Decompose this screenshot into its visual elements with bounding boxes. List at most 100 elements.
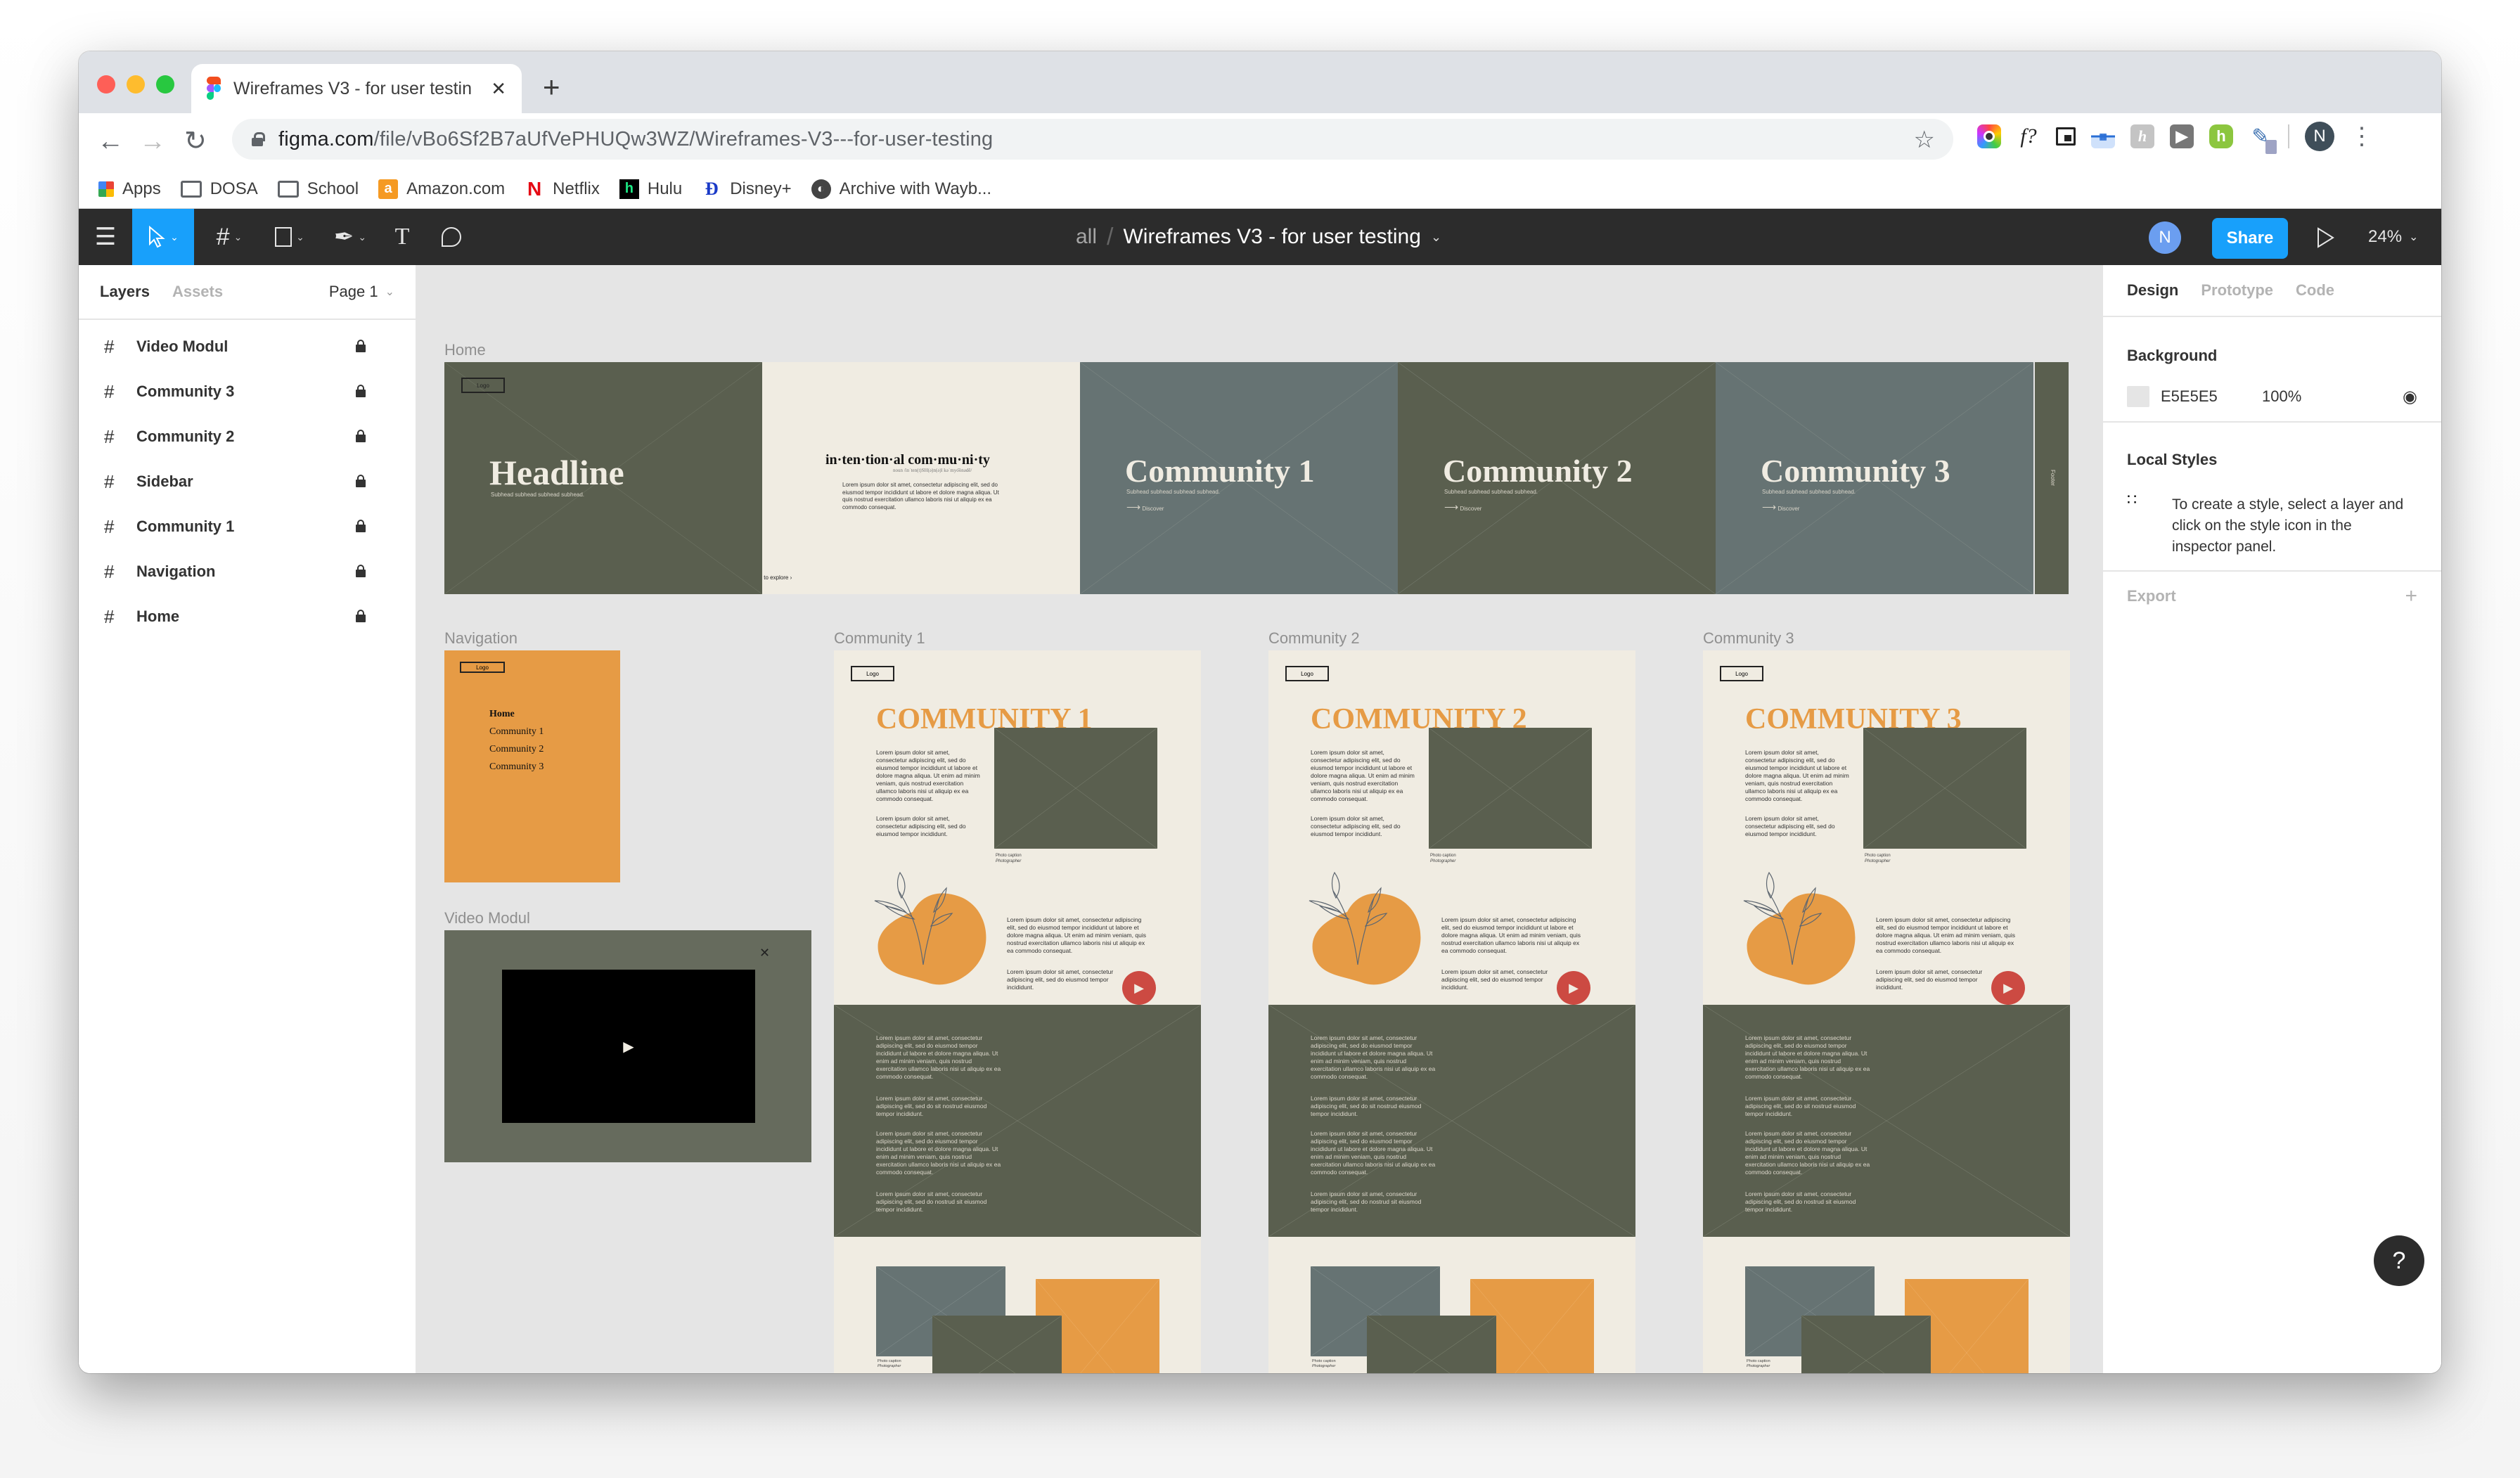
color-swatch[interactable] — [2127, 386, 2149, 407]
address-bar[interactable]: figma.com/file/vBo6Sf2B7aUfVePHUQw3WZ/Wi… — [232, 119, 1953, 160]
lock-icon[interactable] — [356, 610, 366, 622]
video-modul-frame[interactable]: ▶ ✕ — [444, 930, 811, 1162]
scroll-to-explore[interactable]: Scroll to explore › — [762, 574, 792, 581]
shape-tool-button[interactable]: ⌄ — [263, 209, 316, 265]
bookmark-school[interactable]: School — [277, 179, 359, 199]
bookmark-disney[interactable]: Ð Disney+ — [702, 179, 792, 199]
pen-tool-button[interactable]: ✒ ⌄ — [323, 209, 377, 265]
help-button[interactable]: ? — [2374, 1235, 2424, 1286]
minimize-window-button[interactable] — [127, 75, 145, 94]
move-tool-button[interactable]: ⌄ — [132, 209, 194, 265]
nav-item-community-2[interactable]: Community 2 — [489, 740, 544, 758]
layer-item[interactable]: # Navigation — [79, 549, 416, 594]
play-video-button[interactable]: ▶ — [1557, 971, 1590, 1005]
present-play-icon[interactable] — [2316, 227, 2334, 248]
maximize-window-button[interactable] — [156, 75, 174, 94]
picture-in-picture-icon[interactable] — [2056, 127, 2076, 146]
share-button[interactable]: Share — [2212, 218, 2288, 259]
nav-item-home[interactable]: Home — [489, 705, 544, 723]
browser-tab-active[interactable]: Wireframes V3 - for user testin ✕ — [191, 64, 522, 113]
background-hex-input[interactable]: E5E5E5 — [2161, 387, 2262, 406]
close-icon[interactable]: ✕ — [759, 946, 770, 960]
layer-item[interactable]: # Home — [79, 594, 416, 639]
tab-layers[interactable]: Layers — [100, 283, 150, 301]
background-opacity-input[interactable]: 100% — [2262, 387, 2301, 406]
frame-label-home[interactable]: Home — [444, 341, 486, 359]
layer-item[interactable]: # Community 1 — [79, 504, 416, 549]
frame-label-community[interactable]: Community 3 — [1703, 629, 1794, 648]
play-icon[interactable]: ▶ — [623, 1038, 634, 1055]
team-link[interactable]: all — [1076, 225, 1097, 249]
frame-label-community[interactable]: Community 1 — [834, 629, 925, 648]
layer-item[interactable]: # Video Modul — [79, 324, 416, 369]
frame-tool-button[interactable]: # ⌄ — [202, 209, 256, 265]
bookmark-star-icon[interactable]: ☆ — [1914, 126, 1935, 154]
lock-icon[interactable] — [356, 430, 366, 442]
frame-label-community[interactable]: Community 2 — [1268, 629, 1360, 648]
forward-arrow-icon[interactable]: → — [139, 126, 166, 157]
close-window-button[interactable] — [97, 75, 115, 94]
community-page-frame[interactable]: Logo COMMUNITY 3 Lorem ipsum dolor sit ame… — [1703, 650, 2070, 1373]
discover-link[interactable]: ⟶ Discover — [1444, 501, 1481, 513]
back-arrow-icon[interactable]: ← — [97, 126, 124, 157]
tab-code[interactable]: Code — [2296, 281, 2334, 300]
navigation-frame[interactable]: Logo Home Community 1 Community 2 Commun… — [444, 650, 620, 882]
file-name-button[interactable]: Wireframes V3 - for user testing — [1123, 225, 1420, 249]
text-tool-button[interactable]: T — [381, 209, 423, 265]
nav-item-community-3[interactable]: Community 3 — [489, 758, 544, 776]
comment-tool-button[interactable] — [430, 209, 472, 265]
lock-icon[interactable] — [356, 520, 366, 532]
add-export-plus-icon[interactable]: + — [2405, 584, 2417, 608]
layer-item[interactable]: # Sidebar — [79, 459, 416, 504]
lock-icon[interactable] — [356, 340, 366, 352]
profile-avatar[interactable]: N — [2305, 122, 2334, 151]
new-tab-button[interactable]: + — [543, 72, 560, 102]
zoom-dropdown[interactable]: 24% ⌄ — [2368, 209, 2418, 265]
lock-icon[interactable] — [356, 385, 366, 397]
design-canvas[interactable]: Home Logo Headline Subhead subhead subhe… — [416, 265, 2102, 1373]
translate-extension-icon[interactable]: ▦ — [2091, 124, 2115, 148]
eyedropper-extension-icon[interactable]: ✎ — [2249, 124, 2277, 154]
play-video-button[interactable]: ▶ — [1991, 971, 2025, 1005]
hulu-extension-icon[interactable]: h — [2209, 124, 2233, 148]
video-extension-icon[interactable]: ▶ — [2170, 124, 2194, 148]
home-frame[interactable]: Logo Headline Subhead subhead subhead su… — [444, 362, 2069, 594]
play-video-button[interactable]: ▶ — [1122, 971, 1156, 1005]
frame-label-video-modul[interactable]: Video Modul — [444, 909, 530, 927]
tab-prototype[interactable]: Prototype — [2201, 281, 2273, 300]
bookmark-hulu[interactable]: h Hulu — [619, 179, 682, 199]
reload-icon[interactable]: ↻ — [184, 126, 207, 157]
tab-design[interactable]: Design — [2127, 281, 2178, 300]
nav-item-community-1[interactable]: Community 1 — [489, 723, 544, 740]
bookmark-netflix[interactable]: N Netflix — [525, 178, 600, 200]
discover-link[interactable]: ⟶ Discover — [1126, 501, 1164, 513]
main-menu-button[interactable]: ☰ — [79, 209, 132, 265]
community-page-frame[interactable]: Logo COMMUNITY 2 Lorem ipsum dolor sit ame… — [1268, 650, 1635, 1373]
video-player[interactable]: ▶ — [502, 970, 755, 1123]
lock-icon[interactable] — [356, 475, 366, 487]
frame-label-navigation[interactable]: Navigation — [444, 629, 518, 648]
bookmark-amazon[interactable]: a Amazon.com — [378, 179, 505, 199]
bookmark-apps[interactable]: Apps — [98, 179, 161, 199]
page-selector[interactable]: Page 1 ⌄ — [329, 283, 394, 301]
layer-item[interactable]: # Community 2 — [79, 414, 416, 459]
layer-item[interactable]: # Community 3 — [79, 369, 416, 414]
discover-link[interactable]: ⟶ Discover — [1762, 501, 1799, 513]
rectangle-icon — [275, 227, 292, 247]
honey-extension-icon[interactable]: h — [2130, 124, 2154, 148]
lock-icon[interactable] — [356, 565, 366, 577]
community-page-frame[interactable]: Logo COMMUNITY 1 Lorem ipsum dolor sit ame… — [834, 650, 1201, 1373]
properties-panel-header: Design Prototype Code — [2103, 265, 2441, 317]
font-identifier-icon[interactable]: f? — [2017, 124, 2040, 148]
bookmark-dosa[interactable]: DOSA — [180, 179, 258, 199]
browser-menu-icon[interactable]: ⋮ — [2350, 124, 2374, 148]
tab-assets[interactable]: Assets — [172, 283, 223, 301]
user-avatar[interactable]: N — [2149, 221, 2181, 254]
photographer-text: Photographer — [1865, 859, 1891, 863]
eye-visibility-icon[interactable]: ◉ — [2403, 387, 2417, 407]
chevron-down-icon[interactable]: ⌄ — [1431, 230, 1441, 245]
bookmark-wayback[interactable]: ◐ Archive with Wayb... — [811, 179, 991, 199]
chevron-down-icon: ⌄ — [385, 286, 394, 298]
close-tab-icon[interactable]: ✕ — [491, 78, 506, 100]
camera-extension-icon[interactable] — [1977, 124, 2001, 148]
